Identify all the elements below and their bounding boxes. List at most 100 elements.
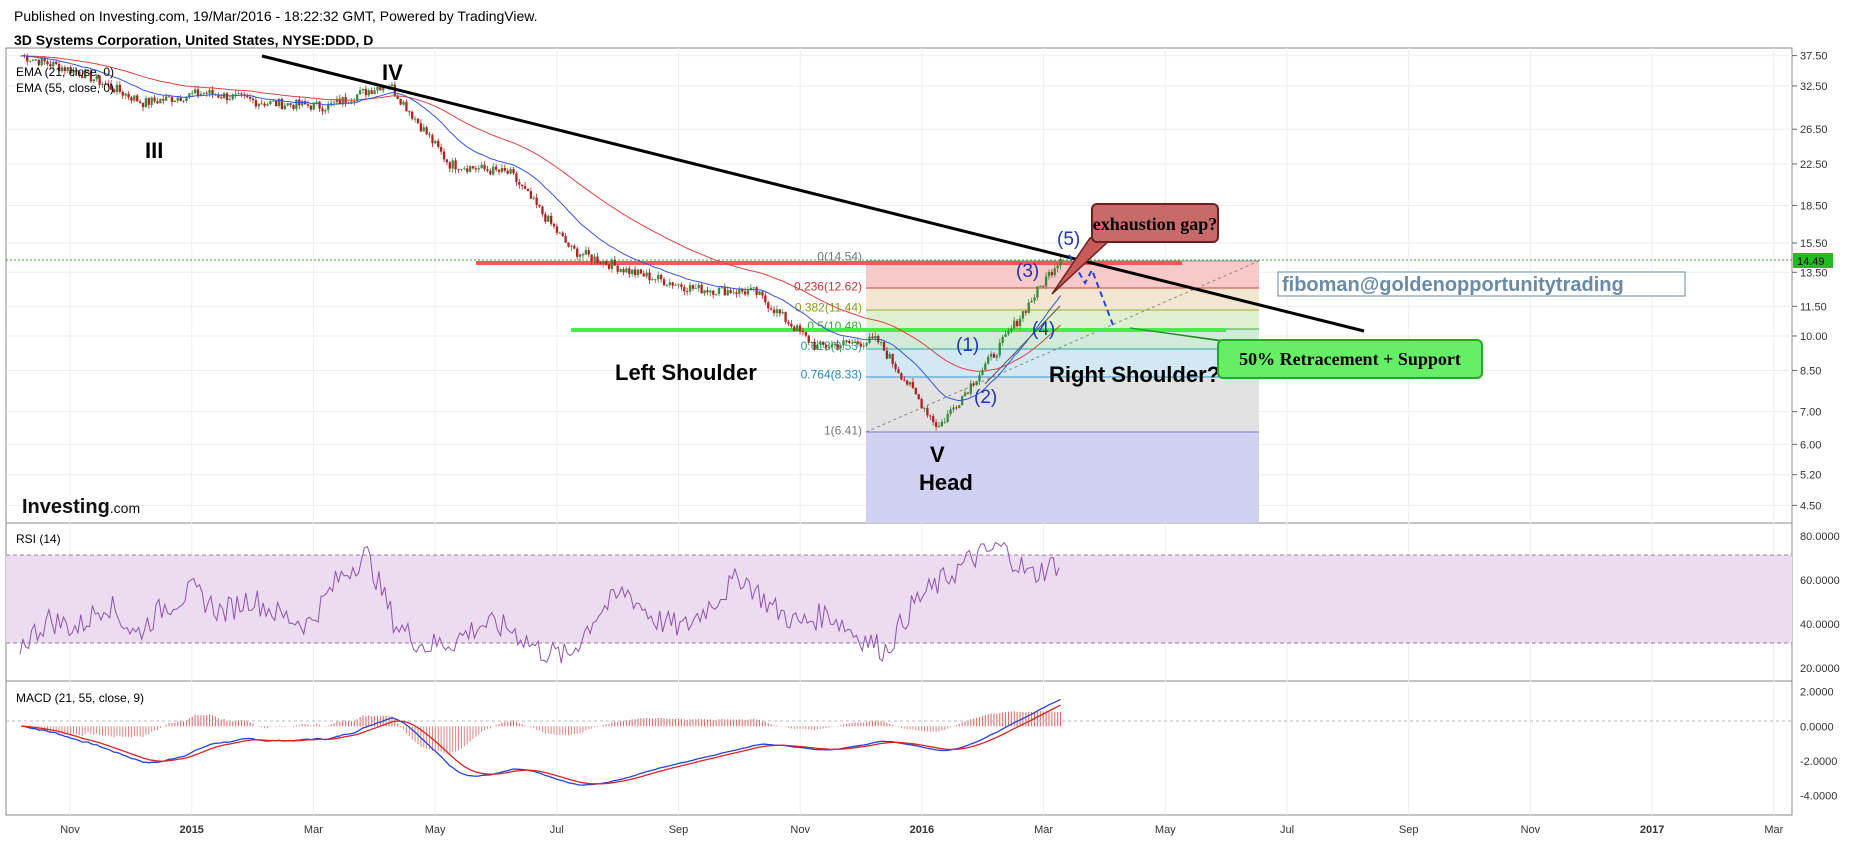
macd-hist-bar — [455, 726, 457, 752]
candle-body — [810, 341, 813, 343]
candle-body — [1033, 297, 1036, 302]
candle-body — [714, 293, 718, 295]
candle-body — [309, 105, 313, 110]
candle-body — [454, 160, 457, 170]
time-tick-label: Jul — [1280, 824, 1294, 836]
candle-body — [958, 405, 961, 408]
candle-body — [376, 86, 379, 91]
macd-hist-bar — [356, 719, 358, 727]
candle-body — [946, 414, 949, 422]
macd-hist-bar — [611, 722, 613, 727]
rsi-title: RSI (14) — [16, 532, 61, 546]
macd-hist-bar — [712, 719, 714, 727]
candle-body — [115, 84, 119, 93]
candle-body — [952, 407, 955, 410]
candle-body — [275, 100, 278, 107]
candle-body — [631, 269, 634, 274]
candle-body — [604, 261, 608, 265]
candle-body — [636, 269, 640, 276]
candle-body — [353, 101, 356, 102]
candle-body — [851, 342, 854, 344]
macd-tick-label: 2.0000 — [1800, 687, 1834, 699]
macd-hist-bar — [831, 726, 833, 728]
candle-body — [451, 160, 454, 169]
macd-hist-bar — [397, 723, 399, 727]
macd-hist-bar — [932, 726, 934, 732]
macd-hist-bar — [101, 726, 103, 736]
right-shoulder-label: Right Shoulder? — [1049, 362, 1220, 387]
macd-hist-bar — [987, 714, 989, 727]
macd-hist-bar — [81, 726, 83, 737]
price-tick-label: 8.50 — [1800, 365, 1821, 377]
candle-body — [437, 140, 440, 147]
wave-V-label: V — [930, 442, 945, 467]
time-tick-label: 2015 — [179, 824, 203, 836]
macd-hist-bar — [588, 726, 590, 730]
candle-body — [477, 168, 480, 170]
candle-body — [691, 285, 695, 289]
macd-hist-bar — [828, 726, 830, 728]
candle-body — [596, 256, 599, 263]
macd-hist-bar — [886, 723, 888, 727]
candle-body — [405, 101, 408, 112]
macd-hist-bar — [822, 726, 824, 729]
macd-hist-bar — [171, 723, 173, 727]
wave-IV-label: IV — [382, 60, 403, 85]
candle-body — [859, 343, 862, 347]
macd-hist-bar — [883, 722, 885, 727]
macd-hist-bar — [663, 718, 665, 727]
candle-body — [677, 284, 680, 286]
candle-body — [40, 57, 43, 66]
macd-hist-bar — [672, 718, 674, 727]
candle-body — [260, 103, 263, 105]
head-label: Head — [919, 470, 973, 495]
price-axis-ticks: 37.50 32.50 26.50 22.50 18.50 15.50 13.50 11.50… — [1792, 51, 1828, 512]
candle-body — [906, 380, 909, 385]
macd-hist-bar — [148, 726, 150, 735]
macd-hist-bar — [921, 726, 923, 732]
macd-hist-bar — [333, 723, 335, 727]
price-tick-label: 22.50 — [1800, 159, 1828, 171]
candle-body — [500, 167, 504, 172]
macd-hist-bar — [866, 722, 868, 727]
candle-body — [987, 356, 990, 364]
candle-body — [289, 103, 292, 105]
macd-hist-bar — [559, 726, 561, 735]
macd-hist-bar — [906, 726, 908, 730]
candle-body — [712, 290, 715, 295]
candle-body — [746, 290, 750, 295]
macd-hist-bar — [266, 726, 268, 729]
macd-hist-bar — [275, 726, 277, 728]
candle-body — [179, 97, 182, 102]
macd-hist-bar — [869, 721, 871, 727]
macd-hist-bar — [278, 725, 280, 727]
stock-chart[interactable]: 0(14.54)0.236(12.62)0.382(11.44)0.5(10.4… — [0, 0, 1851, 841]
fib-zone-382-5 — [866, 310, 1259, 329]
candle-body — [932, 416, 935, 423]
price-tick-label: 15.50 — [1800, 238, 1828, 250]
macd-hist-bar — [243, 720, 245, 727]
candle-body — [680, 284, 683, 288]
macd-hist-bar — [819, 726, 821, 729]
candle-body — [943, 421, 946, 423]
candle-body — [208, 89, 211, 94]
macd-hist-bar — [78, 726, 80, 736]
rsi-tick-label: 80.0000 — [1800, 531, 1840, 543]
candle-body — [127, 93, 130, 98]
candle-body — [717, 287, 721, 294]
candle-body — [549, 215, 553, 224]
wave-III-label: III — [145, 138, 163, 163]
candle-body — [616, 265, 619, 272]
rsi-tick-label: 20.0000 — [1800, 663, 1840, 675]
candle-body — [752, 287, 755, 289]
macd-hist-bar — [348, 721, 350, 727]
candle-body — [1027, 302, 1030, 313]
candle-body — [764, 295, 767, 303]
macd-hist-bar — [735, 719, 737, 727]
macd-hist-bar — [842, 724, 844, 727]
macd-hist-bar — [1048, 710, 1050, 727]
macd-hist-bar — [217, 718, 219, 727]
candle-body — [1018, 318, 1022, 327]
candle-body — [738, 288, 741, 294]
macd-hist-bar — [808, 726, 810, 730]
